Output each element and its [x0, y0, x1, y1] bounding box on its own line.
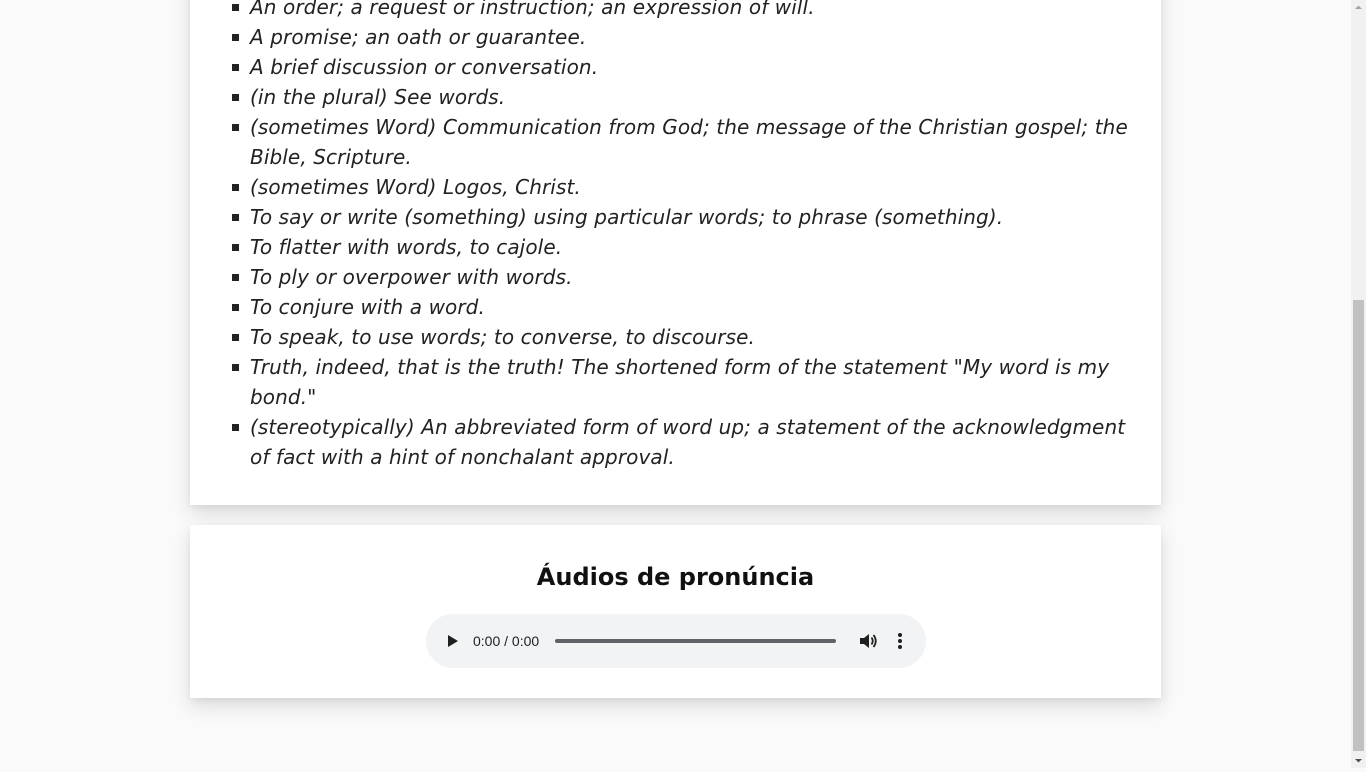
audio-player[interactable]: 0:00 / 0:00: [426, 614, 926, 668]
definition-item: To say or write (something) using partic…: [232, 202, 1135, 232]
scrollbar-thumb[interactable]: [1353, 300, 1364, 751]
definition-item: A brief discussion or conversation.: [232, 52, 1135, 82]
definition-item: A promise; an oath or guarantee.: [232, 22, 1135, 52]
audio-seek-bar[interactable]: [555, 639, 836, 643]
definition-item: To ply or overpower with words.: [232, 262, 1135, 292]
definition-text: (stereotypically) An abbreviated form of…: [250, 415, 1126, 469]
volume-icon[interactable]: [857, 630, 879, 652]
definition-item: To flatter with words, to cajole.: [232, 232, 1135, 262]
audio-section-title: Áudios de pronúncia: [536, 563, 815, 591]
pronunciation-audio-card: Áudios de pronúncia 0:00 / 0:00: [190, 525, 1161, 698]
bullet-icon: [232, 244, 239, 251]
audio-time-display: 0:00 / 0:00: [473, 633, 540, 649]
definition-text: To speak, to use words; to converse, to …: [250, 325, 755, 349]
definitions-card: An order; a request or instruction; an e…: [190, 0, 1161, 505]
bullet-icon: [232, 124, 239, 131]
definition-text: (in the plural) See words.: [250, 85, 506, 109]
more-vertical-icon[interactable]: [890, 630, 910, 652]
definition-text: A promise; an oath or guarantee.: [250, 25, 587, 49]
bullet-icon: [232, 364, 239, 371]
bullet-icon: [232, 424, 239, 431]
bullet-icon: [232, 274, 239, 281]
definition-item: (in the plural) See words.: [232, 82, 1135, 112]
definition-item: To speak, to use words; to converse, to …: [232, 322, 1135, 352]
bullet-icon: [232, 94, 239, 101]
definition-text: A brief discussion or conversation.: [250, 55, 599, 79]
definition-item: (stereotypically) An abbreviated form of…: [232, 412, 1135, 472]
bullet-icon: [232, 4, 239, 11]
scroll-up-arrow-icon[interactable]: [1351, 0, 1366, 15]
scroll-down-arrow-icon[interactable]: [1351, 753, 1366, 768]
definition-text: To say or write (something) using partic…: [250, 205, 1004, 229]
bullet-icon: [232, 184, 239, 191]
definition-item: (sometimes Word) Communication from God;…: [232, 112, 1135, 172]
definition-item: Truth, indeed, that is the truth! The sh…: [232, 352, 1135, 412]
bullet-icon: [232, 214, 239, 221]
definition-text: An order; a request or instruction; an e…: [250, 0, 815, 19]
definition-text: Truth, indeed, that is the truth! The sh…: [250, 355, 1110, 409]
definition-text: (sometimes Word) Logos, Christ.: [250, 175, 581, 199]
definition-text: (sometimes Word) Communication from God;…: [250, 115, 1128, 169]
definition-text: To flatter with words, to cajole.: [250, 235, 563, 259]
definition-item: To conjure with a word.: [232, 292, 1135, 322]
play-icon[interactable]: [442, 631, 462, 651]
definition-text: To ply or overpower with words.: [250, 265, 573, 289]
bullet-icon: [232, 64, 239, 71]
bullet-icon: [232, 34, 239, 41]
bullet-icon: [232, 304, 239, 311]
definitions-list: An order; a request or instruction; an e…: [232, 0, 1135, 472]
vertical-scrollbar[interactable]: [1351, 0, 1366, 768]
page-viewport: An order; a request or instruction; an e…: [0, 0, 1351, 768]
bullet-icon: [232, 334, 239, 341]
definition-item: An order; a request or instruction; an e…: [232, 0, 1135, 22]
definition-item: (sometimes Word) Logos, Christ.: [232, 172, 1135, 202]
definition-text: To conjure with a word.: [250, 295, 485, 319]
